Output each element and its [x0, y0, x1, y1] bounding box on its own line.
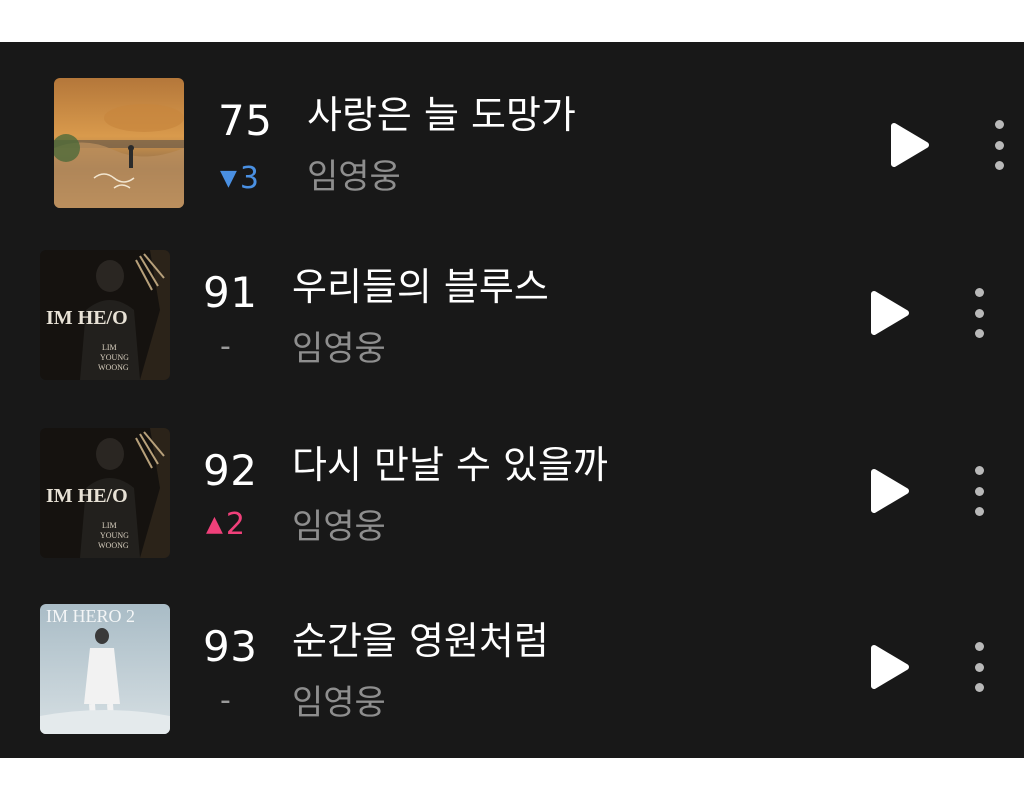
svg-text:YOUNG: YOUNG [100, 353, 129, 362]
list-item[interactable]: IM HE/O LIM YOUNG WOONG 91 - 우리들의 블루스 임영… [0, 228, 1024, 388]
more-dot-icon [974, 486, 984, 496]
play-button[interactable] [890, 122, 930, 168]
album-art-im-hero-2-icon: IM HERO 2 [40, 604, 170, 734]
more-dot-icon [974, 466, 984, 475]
album-art[interactable]: IM HE/O LIM YOUNG WOONG [40, 428, 170, 558]
more-dot-icon [974, 507, 984, 516]
more-options-button[interactable] [969, 466, 989, 516]
more-dot-icon [974, 308, 984, 318]
album-art-text: IM HE/O [46, 485, 128, 507]
list-item[interactable]: IM HERO 2 93 - 순간을 영원처럼 임영웅 [0, 582, 1024, 742]
rank-change-value: 2 [225, 507, 246, 542]
more-options-button[interactable] [969, 288, 989, 338]
album-art-sunset-icon [54, 78, 184, 208]
album-art[interactable]: IM HERO 2 [40, 604, 170, 734]
play-icon [871, 645, 909, 689]
more-dot-icon [994, 140, 1004, 150]
play-button[interactable] [870, 290, 910, 336]
svg-text:WOONG: WOONG [98, 541, 129, 550]
play-button[interactable] [870, 644, 910, 690]
rank-number: 93 [203, 622, 258, 671]
album-art-text: IM HERO 2 [46, 606, 135, 626]
song-title[interactable]: 순간을 영원처럼 [292, 622, 549, 660]
more-dot-icon [974, 683, 984, 692]
song-title[interactable]: 다시 만날 수 있을까 [292, 446, 608, 484]
play-icon [891, 123, 929, 167]
more-options-button[interactable] [969, 642, 989, 692]
album-art[interactable] [54, 78, 184, 208]
triangle-down-icon: ▼ [220, 166, 237, 191]
play-icon [871, 291, 909, 335]
album-art-im-hero-icon: IM HE/O LIM YOUNG WOONG [40, 428, 170, 558]
more-dot-icon [974, 662, 984, 672]
song-title[interactable]: 사랑은 늘 도망가 [307, 96, 576, 134]
more-dot-icon [974, 642, 984, 651]
rank-change-value: - [220, 329, 231, 364]
list-item[interactable]: 75 ▼ 3 사랑은 늘 도망가 임영웅 [0, 56, 1024, 216]
rank-change: - [220, 686, 231, 716]
artist-name[interactable]: 임영웅 [292, 510, 386, 544]
rank-change-value: 3 [239, 161, 260, 196]
rank-number: 91 [203, 268, 258, 317]
artist-name[interactable]: 임영웅 [307, 160, 401, 194]
album-art-im-hero-icon: IM HE/O LIM YOUNG WOONG [40, 250, 170, 380]
rank-change: ▲ 2 [206, 510, 245, 540]
svg-text:YOUNG: YOUNG [100, 531, 129, 540]
rank-change: ▼ 3 [220, 164, 259, 194]
more-dot-icon [974, 288, 984, 297]
album-art[interactable]: IM HE/O LIM YOUNG WOONG [40, 250, 170, 380]
svg-text:WOONG: WOONG [98, 363, 129, 372]
rank-number: 75 [218, 96, 273, 145]
artist-name[interactable]: 임영웅 [292, 686, 386, 720]
rank-change: - [220, 332, 231, 362]
rank-number: 92 [203, 446, 258, 495]
play-button[interactable] [870, 468, 910, 514]
triangle-up-icon: ▲ [206, 512, 223, 537]
artist-name[interactable]: 임영웅 [292, 332, 386, 366]
rank-change-value: - [220, 683, 231, 718]
more-dot-icon [974, 329, 984, 338]
more-dot-icon [994, 161, 1004, 170]
more-options-button[interactable] [989, 120, 1009, 170]
more-dot-icon [994, 120, 1004, 129]
list-item[interactable]: IM HE/O LIM YOUNG WOONG 92 ▲ 2 다시 만날 수 있… [0, 406, 1024, 566]
album-art-text: IM HE/O [46, 307, 128, 329]
svg-text:LIM: LIM [102, 343, 117, 352]
play-icon [871, 469, 909, 513]
chart-list: 75 ▼ 3 사랑은 늘 도망가 임영웅 IM HE/O LIM YOUNG W… [0, 42, 1024, 758]
svg-text:LIM: LIM [102, 521, 117, 530]
song-title[interactable]: 우리들의 블루스 [292, 268, 549, 306]
